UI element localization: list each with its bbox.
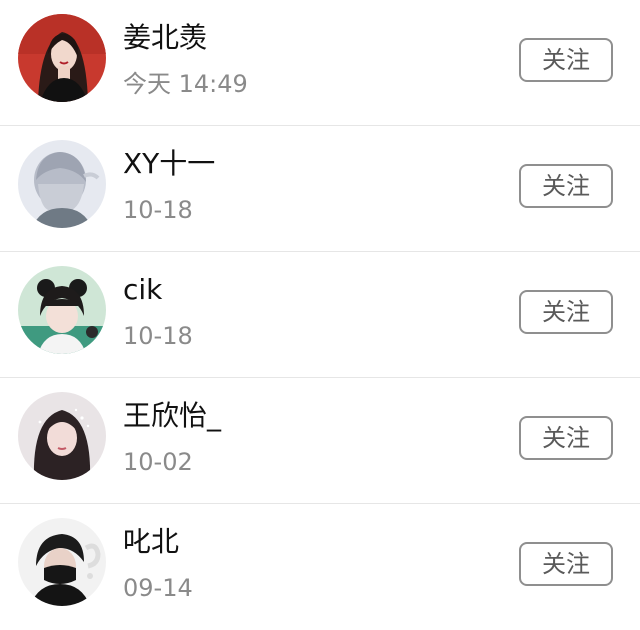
follow-button[interactable]: 关注 bbox=[519, 542, 613, 586]
avatar[interactable] bbox=[18, 392, 106, 480]
avatar[interactable] bbox=[18, 14, 106, 102]
list-item[interactable]: cik 10-18 关注 bbox=[0, 252, 640, 378]
follow-time: 10-18 bbox=[123, 322, 193, 350]
user-name: 姜北羡 bbox=[123, 21, 208, 54]
avatar[interactable] bbox=[18, 266, 106, 354]
follow-time: 09-14 bbox=[123, 574, 193, 602]
avatar-image bbox=[18, 518, 106, 606]
avatar[interactable] bbox=[18, 518, 106, 606]
avatar-image bbox=[18, 14, 106, 102]
list-item[interactable]: 王欣怡_ 10-02 关注 bbox=[0, 378, 640, 504]
follow-time: 10-18 bbox=[123, 196, 193, 224]
follow-button[interactable]: 关注 bbox=[519, 164, 613, 208]
follow-time: 10-02 bbox=[123, 448, 193, 476]
avatar-image bbox=[18, 266, 106, 354]
avatar-image bbox=[18, 140, 106, 228]
list-item[interactable]: 姜北羡 今天 14:49 关注 bbox=[0, 0, 640, 126]
follow-button[interactable]: 关注 bbox=[519, 38, 613, 82]
follower-list: 姜北羡 今天 14:49 关注 XY十一 10-18 关注 cik 10-18 … bbox=[0, 0, 640, 626]
follow-button[interactable]: 关注 bbox=[519, 290, 613, 334]
follow-button[interactable]: 关注 bbox=[519, 416, 613, 460]
follow-time: 今天 14:49 bbox=[123, 70, 248, 98]
avatar-image bbox=[18, 392, 106, 480]
list-item[interactable]: 叱北 09-14 关注 bbox=[0, 504, 640, 630]
user-name: 叱北 bbox=[123, 525, 180, 558]
list-item[interactable]: XY十一 10-18 关注 bbox=[0, 126, 640, 252]
avatar[interactable] bbox=[18, 140, 106, 228]
user-name: cik bbox=[123, 273, 163, 306]
user-name: 王欣怡_ bbox=[123, 399, 222, 432]
user-name: XY十一 bbox=[123, 147, 216, 180]
